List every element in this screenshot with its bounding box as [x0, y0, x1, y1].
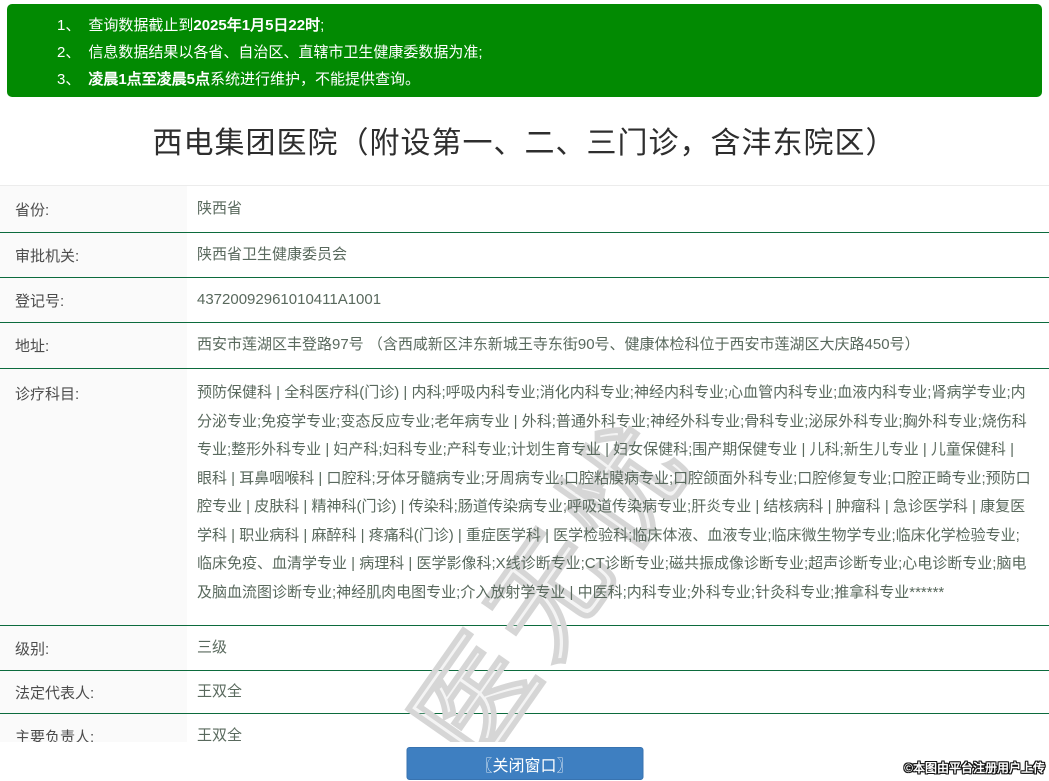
notice-text: 信息数据结果以各省、自治区、直辖市卫生健康委数据为准;: [88, 44, 483, 61]
table-row-province: 省份: 陕西省: [0, 186, 1049, 233]
field-value: 预防保健科 | 全科医疗科(门诊) | 内科;呼吸内科专业;消化内科专业;神经内…: [197, 384, 1031, 601]
field-value: 陕西省: [197, 199, 243, 217]
notice-text: 系统进行维护，不能提供查询。: [210, 71, 421, 88]
notice-number: 3、: [57, 71, 81, 88]
notice-banner: 1、 查询数据截止到2025年1月5日22时; 2、 信息数据结果以各省、自治区、直…: [7, 4, 1042, 97]
field-label: 地址:: [0, 323, 187, 368]
notice-number: 1、: [57, 17, 81, 34]
notice-text-bold: 2025年1月5日22时: [193, 17, 321, 34]
notice-line-2: 2、 信息数据结果以各省、自治区、直辖市卫生健康委数据为准;: [57, 39, 1032, 66]
uploader-stamp: ©本图由平台注册用户上传: [904, 761, 1045, 775]
hospital-info-table: 就医无忧 省份: 陕西省 审批机关: 陕西省卫生健康委员会 登记号: 43720…: [0, 185, 1049, 742]
table-row-level: 级别: 三级: [0, 626, 1049, 671]
field-label: 诊疗科目:: [0, 369, 187, 625]
hospital-detail-page: 1、 查询数据截止到2025年1月5日22时; 2、 信息数据结果以各省、自治区、直…: [0, 0, 1049, 781]
field-label: 省份:: [0, 186, 187, 232]
field-label: 主要负责人:: [0, 714, 187, 742]
field-value: 王双全: [197, 682, 243, 700]
notice-text: ;: [320, 17, 325, 34]
table-row-legal-representative: 法定代表人: 王双全: [0, 671, 1049, 714]
field-value: 三级: [197, 638, 228, 656]
notice-line-3: 3、 凌晨1点至凌晨5点系统进行维护，不能提供查询。: [57, 66, 1032, 93]
field-label: 审批机关:: [0, 233, 187, 277]
table-row-medical-departments: 诊疗科目: 预防保健科 | 全科医疗科(门诊) | 内科;呼吸内科专业;消化内科…: [0, 369, 1049, 626]
field-value: 43720092961010411A1001: [197, 290, 382, 308]
table-row-approval-authority: 审批机关: 陕西省卫生健康委员会: [0, 233, 1049, 278]
notice-text-bold: 凌晨1点至凌晨5点: [88, 71, 211, 88]
field-label: 登记号:: [0, 278, 187, 322]
notice-line-1: 1、 查询数据截止到2025年1月5日22时;: [57, 12, 1032, 39]
field-value: 陕西省卫生健康委员会: [197, 245, 348, 263]
notice-text: 查询数据截止到: [88, 17, 194, 34]
page-title: 西电集团医院（附设第一、二、三门诊，含沣东院区）: [152, 127, 897, 160]
table-row-address: 地址: 西安市莲湖区丰登路97号 （含西咸新区沣东新城王寺东街90号、健康体检科…: [0, 323, 1049, 369]
field-value: 王双全: [197, 726, 243, 742]
notice-number: 2、: [57, 44, 81, 61]
field-label: 法定代表人:: [0, 671, 187, 713]
table-row-registration-number: 登记号: 43720092961010411A1001: [0, 278, 1049, 323]
close-window-button[interactable]: 〖关闭窗口〗: [406, 747, 643, 780]
field-value: 西安市莲湖区丰登路97号 （含西咸新区沣东新城王寺东街90号、健康体检科位于西安…: [197, 336, 920, 354]
field-label: 级别:: [0, 626, 187, 670]
table-row-main-person-in-charge: 主要负责人: 王双全: [0, 714, 1049, 742]
